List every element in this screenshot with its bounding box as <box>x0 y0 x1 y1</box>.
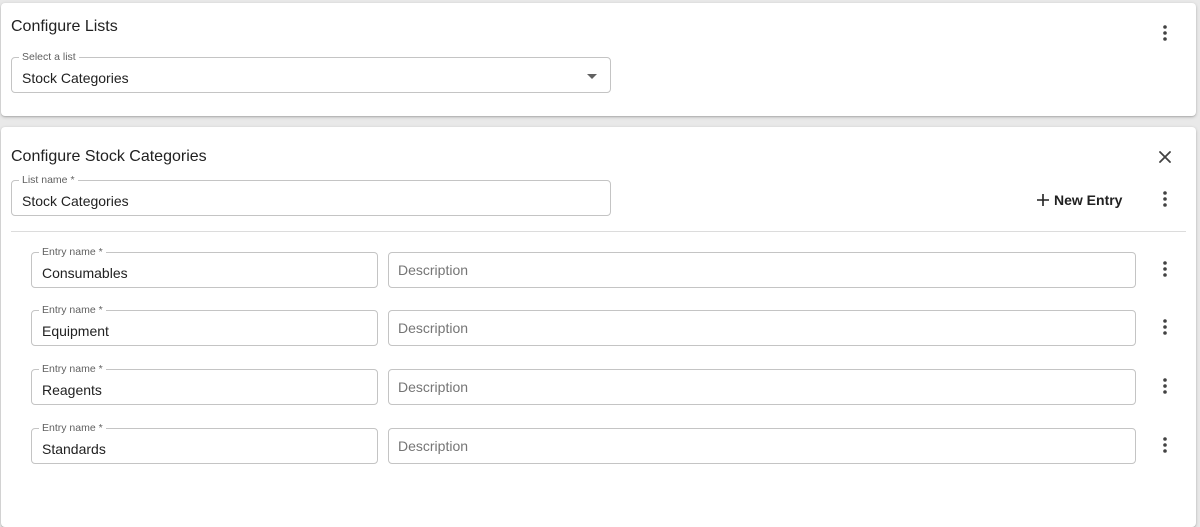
panel-title: Configure Lists <box>11 18 118 35</box>
entry-name-label: Entry name * <box>39 304 106 316</box>
new-entry-button[interactable]: New Entry <box>1036 188 1122 212</box>
more-vertical-icon <box>1163 378 1167 394</box>
list-name-field[interactable]: List name * Stock Categories <box>11 174 611 216</box>
lists-more-button[interactable] <box>1153 21 1177 45</box>
select-list-value: Stock Categories <box>22 70 129 86</box>
entry-name-value: Consumables <box>42 265 128 281</box>
entry-name-value: Reagents <box>42 382 102 398</box>
description-placeholder: Description <box>398 262 469 278</box>
entry-more-button[interactable] <box>1153 433 1177 457</box>
entry-name-field[interactable]: Entry name * Standards <box>31 422 378 464</box>
entry-name-label: Entry name * <box>39 246 106 258</box>
entry-name-label: Entry name * <box>39 363 106 375</box>
entry-description-field[interactable]: Description <box>388 310 1136 346</box>
description-placeholder: Description <box>398 379 469 395</box>
close-button[interactable] <box>1153 145 1177 169</box>
divider <box>11 231 1186 232</box>
configure-stock-categories-panel: Configure Stock Categories List name * S… <box>1 127 1196 527</box>
more-vertical-icon <box>1163 25 1167 41</box>
plus-icon <box>1037 194 1049 206</box>
panel-title: Configure Stock Categories <box>11 148 207 165</box>
entry-name-value: Equipment <box>42 323 109 339</box>
entry-name-field[interactable]: Entry name * Consumables <box>31 246 378 288</box>
entry-name-field[interactable]: Entry name * Equipment <box>31 304 378 346</box>
chevron-down-icon <box>587 74 597 79</box>
more-vertical-icon <box>1163 261 1167 277</box>
config-more-button[interactable] <box>1153 187 1177 211</box>
entry-more-button[interactable] <box>1153 315 1177 339</box>
select-list-dropdown[interactable]: Select a list Stock Categories <box>11 51 611 93</box>
close-icon <box>1159 151 1171 163</box>
entry-name-value: Standards <box>42 441 106 457</box>
list-name-label: List name * <box>19 174 78 186</box>
description-placeholder: Description <box>398 438 469 454</box>
entry-description-field[interactable]: Description <box>388 252 1136 288</box>
more-vertical-icon <box>1163 319 1167 335</box>
entry-description-field[interactable]: Description <box>388 428 1136 464</box>
list-name-value: Stock Categories <box>22 193 129 209</box>
description-placeholder: Description <box>398 320 469 336</box>
more-vertical-icon <box>1163 191 1167 207</box>
entry-more-button[interactable] <box>1153 374 1177 398</box>
entry-name-field[interactable]: Entry name * Reagents <box>31 363 378 405</box>
entry-more-button[interactable] <box>1153 257 1177 281</box>
entry-name-label: Entry name * <box>39 422 106 434</box>
new-entry-label: New Entry <box>1054 192 1123 208</box>
configure-lists-panel: Configure Lists Select a list Stock Cate… <box>1 3 1196 116</box>
more-vertical-icon <box>1163 437 1167 453</box>
select-list-label: Select a list <box>19 51 79 63</box>
entry-description-field[interactable]: Description <box>388 369 1136 405</box>
